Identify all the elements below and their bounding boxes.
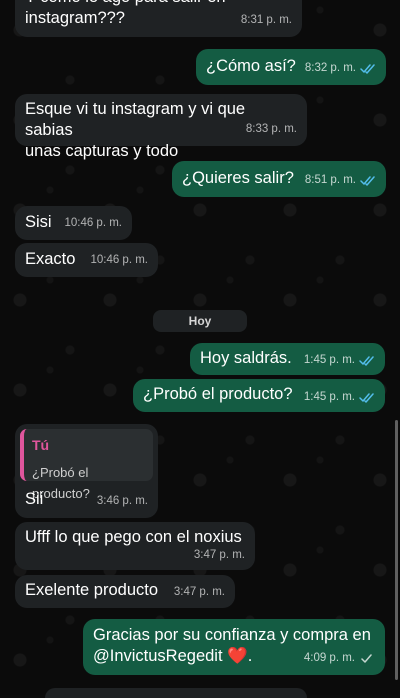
- incoming-message[interactable]: Exelente producto 3:47 p. m.: [15, 575, 235, 608]
- message-meta: 4:09 p. m.: [304, 648, 375, 669]
- message-time: 3:47 p. m.: [173, 586, 225, 598]
- message-time: 8:33 p. m.: [245, 123, 297, 135]
- message-text: unas capturas y todo: [25, 142, 179, 160]
- quoted-author: Tú: [32, 437, 50, 453]
- outgoing-message[interactable]: Gracias por su confianza y compra en @In…: [83, 619, 385, 675]
- date-separator: Hoy: [153, 310, 247, 332]
- incoming-message[interactable]: Ufff lo que pego con el noxius 3:47 p. m…: [15, 522, 255, 570]
- incoming-message[interactable]: Y como le ago para salir en instagram???…: [15, 0, 302, 37]
- message-time: 8:31 p. m.: [240, 14, 292, 26]
- message-time: 3:46 p. m.: [96, 495, 148, 507]
- double-check-icon: [360, 175, 375, 186]
- message-meta: 1:45 p. m.: [304, 350, 375, 371]
- red-heart-icon: ❤️: [227, 647, 248, 665]
- quoted-message[interactable]: Tú ¿Probó el producto?: [20, 429, 153, 501]
- mention-text: @InvictusRegedit: [93, 647, 223, 665]
- message-suffix: .: [247, 647, 253, 665]
- incoming-message[interactable]: Sisi 10:46 p. m.: [15, 206, 132, 240]
- incoming-message[interactable]: Esque vi tu instagram y vi que sabias un…: [15, 94, 307, 160]
- message-time: 10:46 p. m.: [64, 217, 122, 229]
- double-check-icon: [360, 63, 375, 74]
- outgoing-message[interactable]: ¿Cómo así? 8:32 p. m.: [196, 49, 386, 85]
- scrollbar[interactable]: [395, 420, 398, 680]
- message-text: Sii: [25, 490, 44, 508]
- message-input-bar[interactable]: [45, 688, 307, 698]
- message-meta: 1:45 p. m.: [304, 387, 375, 408]
- message-time: 1:45 p. m.: [303, 354, 355, 366]
- message-time: 4:09 p. m.: [303, 652, 355, 664]
- message-text: Y como le ago para salir en: [25, 0, 292, 8]
- message-time: 8:51 p. m.: [304, 174, 356, 186]
- incoming-message[interactable]: Exacto 10:46 p. m.: [15, 243, 158, 277]
- message-meta: 8:51 p. m.: [305, 170, 376, 191]
- outgoing-message[interactable]: Hoy saldrás. 1:45 p. m.: [190, 343, 385, 375]
- outgoing-message[interactable]: ¿Quieres salir? 8:51 p. m.: [172, 161, 386, 197]
- incoming-reply-message[interactable]: Tú ¿Probó el producto? Sii 3:46 p. m.: [15, 424, 158, 518]
- double-check-icon: [359, 355, 374, 366]
- message-time: 10:46 p. m.: [90, 254, 148, 266]
- message-text: Gracias por su confianza y compra en: [93, 626, 371, 644]
- message-time: 1:45 p. m.: [303, 391, 355, 403]
- message-time: 8:32 p. m.: [304, 62, 356, 74]
- message-time: 3:47 p. m.: [193, 549, 245, 561]
- single-check-icon: [361, 653, 372, 663]
- outgoing-message[interactable]: ¿Probó el producto? 1:45 p. m.: [133, 379, 385, 412]
- double-check-icon: [359, 392, 374, 403]
- message-meta: 8:32 p. m.: [305, 58, 376, 79]
